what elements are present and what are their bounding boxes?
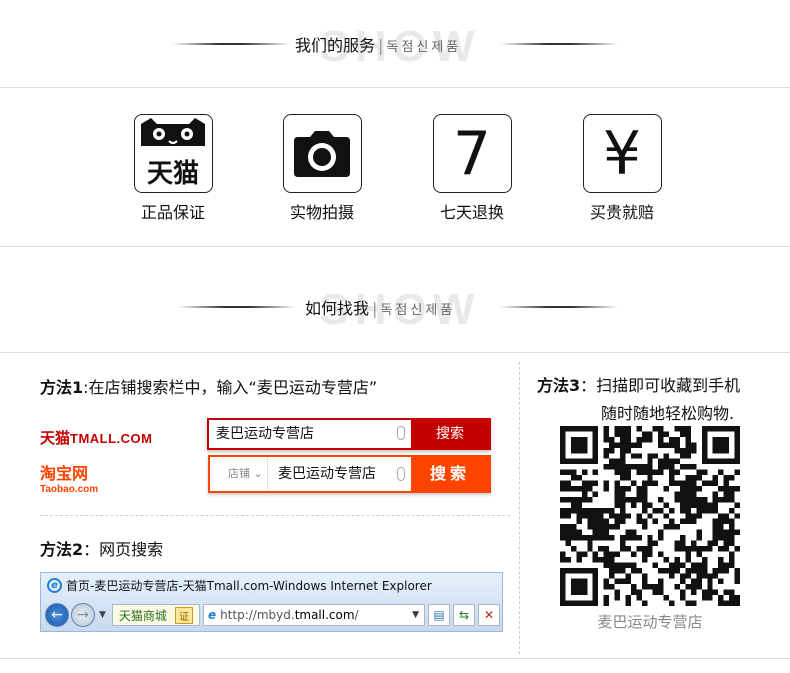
divider [0,352,790,353]
microphone-icon[interactable] [397,426,405,440]
taobao-search-value: 麦巴运动专营店 [278,466,376,482]
back-button[interactable]: ← [45,603,69,627]
tmall-logo: 天猫TMALL.COM [40,427,153,448]
tmall-search-input[interactable]: 麦巴运动专营店 [209,420,411,448]
service-label: 实物拍摄 [289,203,354,222]
tmall-search-button[interactable]: 搜索 [411,420,489,448]
header-rule-left [178,306,296,308]
ie-logo-icon: e [47,577,62,593]
divider [0,658,790,659]
header-rule-right [500,306,618,308]
address-bar[interactable]: e http://mbyd. tmall.com / ▼ [202,604,425,626]
ie-browser-window: e 首页-麦巴运动专营店-天猫Tmall.com-Windows Interne… [40,572,503,632]
method3-line1: 方法3：扫描即可收藏到手机 [537,372,740,400]
back-arrow-icon: ← [51,607,63,623]
refresh-icon: ⇆ [458,608,470,622]
find-title-kr: 독점신제품 [380,303,456,318]
close-icon: ✕ [483,608,495,622]
service-item-price: ¥ 买贵就赔 [572,114,672,223]
camera-icon [282,114,362,193]
chevron-down-icon: ⌄ [253,467,263,480]
service-item-return: 7 七天退换 [422,114,522,223]
compat-view-button[interactable]: ▤ [428,604,450,626]
compat-view-icon: ▤ [433,608,445,622]
find-title: 如何找我 | 독점신제품 [305,295,455,319]
stop-button[interactable]: ✕ [478,604,500,626]
taobao-search-button[interactable]: 搜索 [411,457,489,491]
service-item-genuine: 天猫 正品保证 [123,114,223,223]
seven-icon-text: 7 [452,118,492,189]
dashed-divider [40,515,510,516]
address-domain: tmall.com [294,608,355,622]
page-icon: e [207,608,217,622]
history-dropdown-icon[interactable]: ▼ [99,610,106,620]
service-label: 正品保证 [140,203,205,222]
service-title-text: 我们的服务 [295,36,376,55]
tmall-search-bar: 麦巴运动专营店 搜索 [207,418,491,450]
microphone-icon[interactable] [397,467,405,481]
qr-caption: 麦巴运动专营店 [597,613,703,631]
method3-text2: 随时随地轻松购物. [601,404,735,423]
refresh-button[interactable]: ⇆ [453,604,475,626]
ie-nav-bar: ← → ▼ 天猫商城 证 e http://mbyd. tmall.com / ▼ … [45,601,500,629]
ie-title-bar: e 首页-麦巴运动专营店-天猫Tmall.com-Windows Interne… [41,573,502,597]
method3-block: 方法3：扫描即可收藏到手机 随时随地轻松购物. [537,372,740,428]
header-rule-left [172,43,290,45]
service-title-kr: 독점신제품 [386,40,462,55]
taobao-search-input[interactable]: 麦巴运动专营店 [268,457,411,491]
forward-button[interactable]: → [71,603,95,627]
method1-text: :在店铺搜索栏中，输入“麦巴运动专营店” [83,378,378,397]
taobao-scope-select[interactable]: 店铺 ⌄ [210,457,268,491]
method3-text1: ：扫描即可收藏到手机 [580,376,741,395]
service-section-header: SHOW 我们的服务 | 독점신제품 [0,22,790,71]
ie-title: 首页-麦巴运动专营店-天猫Tmall.com-Windows Internet … [66,578,432,593]
service-label: 七天退换 [439,203,504,222]
title-separator: | [378,36,384,55]
tmall-logo-en: TMALL.COM [70,431,153,446]
seven-icon: 7 [432,114,512,193]
method1-label: 方法1 [40,378,84,397]
service-label: 买贵就赔 [589,203,654,222]
divider [0,246,790,247]
address-suffix: / [354,608,359,622]
tmall-cat-icon: 天猫 [133,114,213,193]
address-prefix: http://mbyd. [220,608,295,622]
method2-title: 方法2：网页搜索 [40,536,163,560]
header-rule-right [500,43,618,45]
certificate-icon[interactable]: 证 [174,606,193,624]
vertical-dashed-divider [519,362,520,654]
divider [0,87,790,88]
favorite-label: 天猫商城 [118,608,167,623]
method3-label: 方法3 [537,376,581,395]
find-title-text: 如何找我 [305,299,370,318]
favorites-tab[interactable]: 天猫商城 证 [111,604,200,626]
taobao-search-bar: 店铺 ⌄ 麦巴运动专营店 搜索 [208,455,491,493]
yen-icon-text: ¥ [602,118,642,189]
yen-icon: ¥ [582,114,662,193]
method1-title: 方法1:在店铺搜索栏中，输入“麦巴运动专营店” [40,374,377,398]
method2-label: 方法2 [40,540,84,559]
tmall-icon-text: 天猫 [147,159,199,189]
qr-code [560,426,740,606]
taobao-logo-zh: 淘宝网 [40,464,89,483]
method2-text: ：网页搜索 [83,540,164,559]
forward-arrow-icon: → [77,607,89,623]
find-section-header: SHOW 如何找我 | 독점신제품 [0,285,790,334]
taobao-logo: 淘宝网 Taobao.com [40,460,98,495]
taobao-logo-en: Taobao.com [40,484,99,495]
title-separator: | [372,299,378,318]
address-dropdown-icon[interactable]: ▼ [407,610,424,620]
service-item-photo: 实物拍摄 [272,114,372,223]
tmall-search-value: 麦巴运动专营店 [216,426,314,442]
service-title: 我们的服务 | 독점신제품 [295,32,461,56]
tmall-logo-zh: 天猫 [40,429,71,447]
taobao-scope-value: 店铺 [228,467,250,480]
